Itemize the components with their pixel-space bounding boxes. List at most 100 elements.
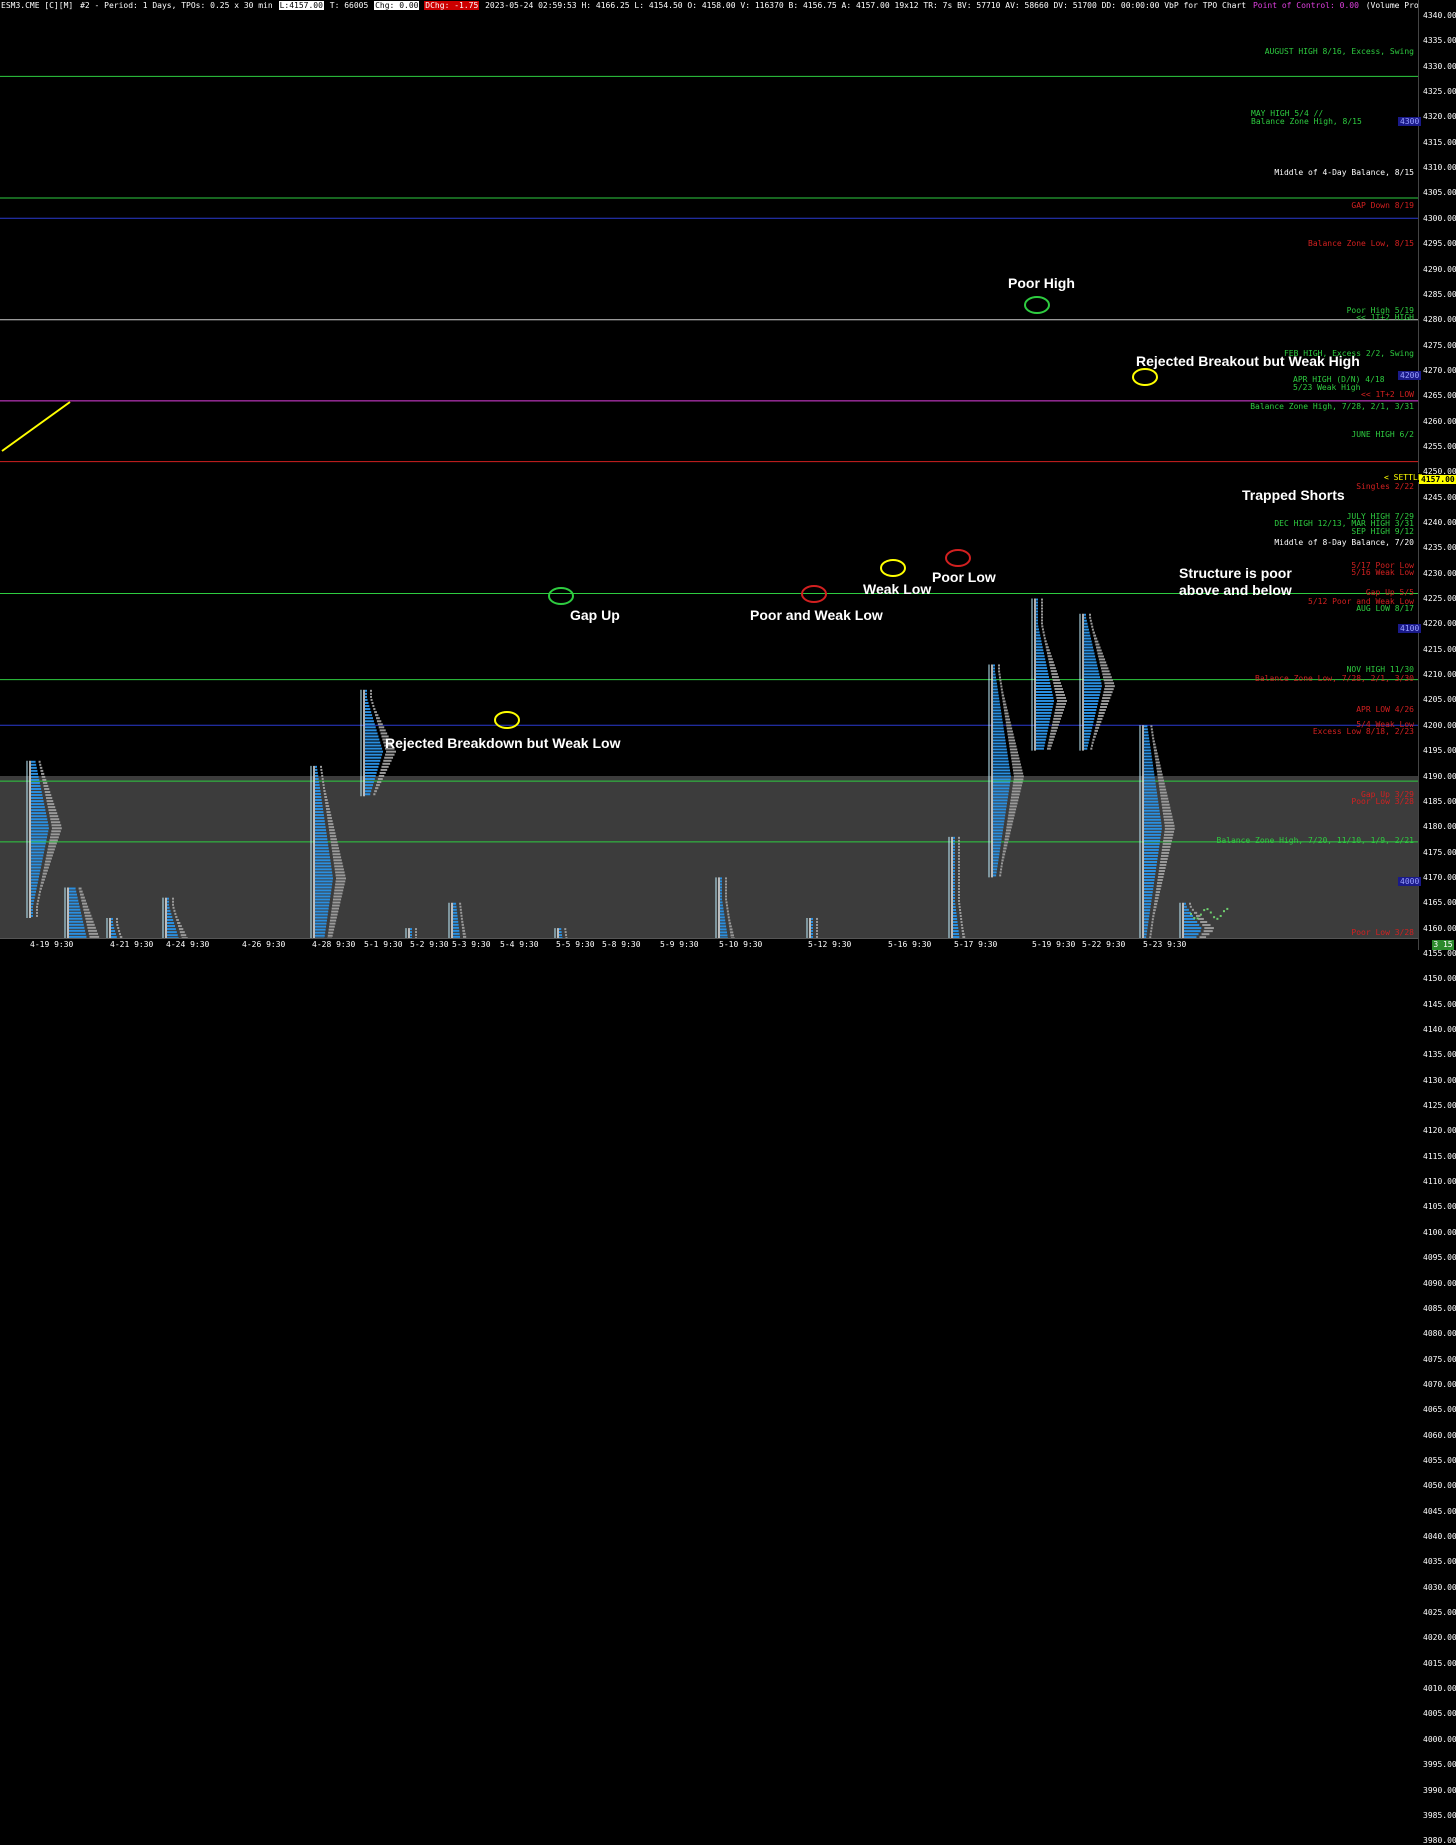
price-tick-label: 4155.00 bbox=[1423, 949, 1456, 958]
volume-row bbox=[379, 775, 385, 777]
volume-row bbox=[373, 708, 375, 710]
price-tick-label: 4000.00 bbox=[1423, 1735, 1456, 1744]
volume-row bbox=[1094, 733, 1097, 735]
tpo-row bbox=[167, 919, 173, 921]
tpo-row bbox=[315, 787, 320, 789]
volume-row bbox=[41, 879, 44, 881]
price-tick-label: 4220.00 bbox=[1423, 619, 1456, 628]
tpo-row bbox=[1036, 607, 1038, 609]
volume-row bbox=[1156, 761, 1160, 763]
volume-row bbox=[36, 915, 38, 917]
volume-row bbox=[39, 764, 41, 766]
tpo-row bbox=[315, 778, 319, 780]
volume-row bbox=[376, 784, 380, 786]
tpo-row bbox=[720, 895, 722, 897]
volume-row bbox=[1150, 933, 1152, 935]
tpo-profile-day[interactable] bbox=[1032, 599, 1067, 751]
tpo-row bbox=[69, 888, 76, 890]
tpo-row bbox=[315, 859, 330, 861]
tpo-row bbox=[31, 806, 45, 808]
tpo-row bbox=[1036, 718, 1050, 720]
tpo-row bbox=[315, 883, 332, 885]
tpo-row bbox=[1144, 864, 1157, 866]
price-tick-label: 4030.00 bbox=[1423, 1583, 1456, 1592]
price-tick-label: 4310.00 bbox=[1423, 163, 1456, 172]
tpo-row bbox=[1036, 679, 1050, 681]
intraday-dot bbox=[1203, 909, 1205, 911]
volume-row bbox=[1154, 906, 1157, 908]
tpo-row bbox=[1036, 688, 1051, 690]
volume-row bbox=[1089, 614, 1091, 616]
volume-row bbox=[84, 912, 90, 914]
tpo-row bbox=[315, 877, 333, 879]
volume-row bbox=[326, 811, 330, 813]
tpo-row bbox=[1144, 876, 1155, 878]
time-tick-label: 5-3 9:30 bbox=[452, 940, 491, 950]
volume-row bbox=[1048, 658, 1053, 660]
volume-row bbox=[335, 883, 344, 885]
volume-row bbox=[328, 823, 333, 825]
price-tick-label: 4080.00 bbox=[1423, 1329, 1456, 1338]
volume-row bbox=[461, 915, 463, 917]
price-tick-label: 4275.00 bbox=[1423, 341, 1456, 350]
volume-row bbox=[40, 770, 43, 772]
volume-row bbox=[1000, 871, 1002, 873]
tpo-row bbox=[953, 858, 955, 860]
volume-row bbox=[1003, 850, 1006, 852]
tpo-row bbox=[315, 926, 326, 928]
volume-row bbox=[44, 867, 49, 869]
annotation-poor-high: Poor High bbox=[1008, 275, 1075, 291]
tpo-row bbox=[31, 779, 39, 781]
volume-row bbox=[1158, 873, 1164, 875]
tpo-row bbox=[993, 760, 1009, 762]
level-label-june-high: JUNE HIGH 6/2 bbox=[1351, 430, 1414, 439]
tpo-row bbox=[1084, 721, 1094, 723]
tpo-row bbox=[1036, 703, 1053, 705]
tpo-row bbox=[1144, 777, 1155, 779]
volume-row bbox=[1041, 607, 1043, 609]
tpo-row bbox=[993, 757, 1008, 759]
volume-row bbox=[36, 903, 38, 905]
volume-row bbox=[1009, 811, 1016, 813]
volume-row bbox=[1041, 619, 1043, 621]
tpo-row bbox=[1036, 700, 1054, 702]
time-axis[interactable]: 4-19 9:304-21 9:304-24 9:304-26 9:304-28… bbox=[0, 938, 1418, 951]
volume-row bbox=[1046, 649, 1049, 651]
tpo-row bbox=[31, 891, 36, 893]
tpo-row bbox=[993, 709, 1001, 711]
tpo-row bbox=[31, 791, 42, 793]
price-tick-label: 4245.00 bbox=[1423, 493, 1456, 502]
time-tick-label: 4-28 9:30 bbox=[312, 940, 355, 950]
trend-line bbox=[2, 402, 70, 451]
volume-row bbox=[1101, 667, 1108, 669]
volume-row bbox=[958, 903, 960, 905]
chart-canvas[interactable] bbox=[0, 0, 1418, 938]
volume-row bbox=[1041, 625, 1043, 627]
price-tick-label: 4230.00 bbox=[1423, 569, 1456, 578]
corner-badge[interactable]: 3 15 bbox=[1432, 940, 1454, 950]
tpo-row bbox=[1036, 643, 1042, 645]
tpo-row bbox=[993, 856, 999, 858]
tpo-profile-day[interactable] bbox=[1080, 614, 1115, 751]
tpo-row bbox=[111, 933, 116, 935]
annotation-trapped-shorts: Trapped Shorts bbox=[1242, 487, 1345, 503]
tpo-chart[interactable] bbox=[0, 0, 1456, 950]
volume-row bbox=[1103, 676, 1112, 678]
volume-row bbox=[52, 827, 62, 829]
volume-row bbox=[326, 805, 330, 807]
tpo-row bbox=[559, 931, 562, 933]
volume-row bbox=[816, 927, 818, 929]
tpo-row bbox=[31, 870, 40, 872]
level-label-poor-low-328: Poor Low 3/28 bbox=[1351, 797, 1414, 806]
tpo-row bbox=[1084, 718, 1094, 720]
volume-row bbox=[958, 897, 960, 899]
symbol-label[interactable]: ESM3.CME [C][M] bbox=[0, 1, 74, 10]
volume-row bbox=[1055, 709, 1064, 711]
tpo-row bbox=[1144, 891, 1153, 893]
time-tick-label: 5-8 9:30 bbox=[602, 940, 641, 950]
tpo-row bbox=[31, 894, 35, 896]
price-tick-label: 4005.00 bbox=[1423, 1709, 1456, 1718]
volume-row bbox=[1049, 664, 1054, 666]
price-tick-label: 4265.00 bbox=[1423, 391, 1456, 400]
tpo-row bbox=[315, 823, 325, 825]
